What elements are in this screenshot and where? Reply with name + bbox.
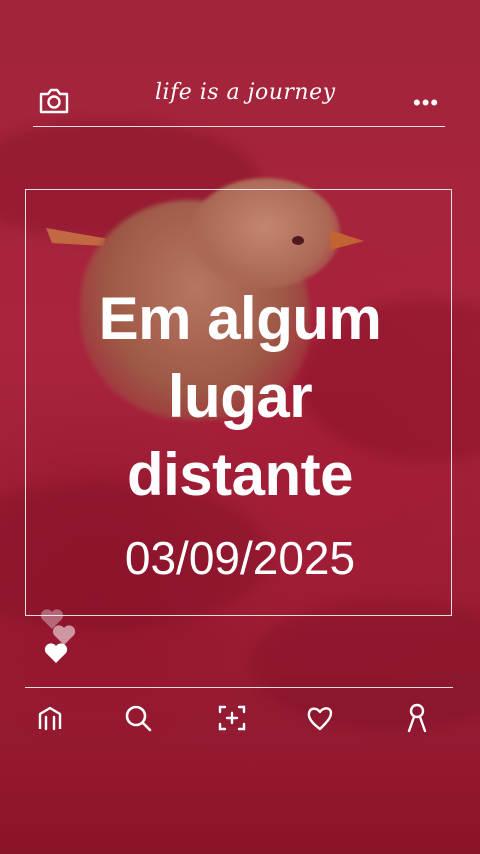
- add-photo-icon[interactable]: [212, 698, 252, 738]
- post-title: Em algum lugar distante: [0, 280, 480, 514]
- header-divider: [33, 126, 445, 127]
- heart-icon[interactable]: [300, 698, 340, 738]
- post-date: 03/09/2025: [124, 532, 356, 584]
- title-line: lugar: [167, 363, 313, 430]
- home-icon[interactable]: [30, 698, 70, 738]
- heart-icon: [44, 642, 68, 669]
- profile-icon[interactable]: [397, 698, 437, 738]
- title-line: Em algum: [98, 285, 382, 352]
- tagline: life is a journey: [155, 80, 336, 105]
- more-dots-icon[interactable]: •••: [413, 90, 439, 116]
- camera-icon[interactable]: [37, 86, 71, 121]
- search-icon[interactable]: [118, 698, 158, 738]
- title-line: distante: [126, 441, 354, 508]
- top-bar: life is a journey •••: [0, 70, 480, 126]
- floating-hearts: [38, 608, 88, 668]
- nav-divider: [25, 687, 453, 688]
- bottom-nav: [0, 690, 480, 746]
- bottom-band: [0, 750, 480, 854]
